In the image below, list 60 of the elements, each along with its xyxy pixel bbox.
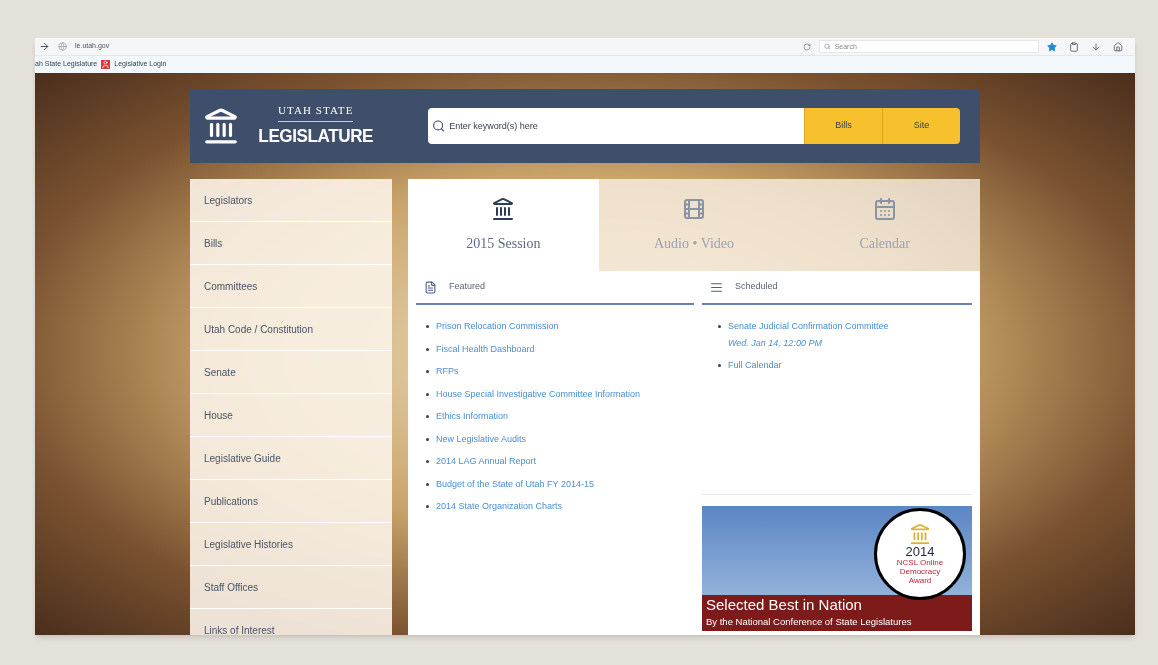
sidebar-link[interactable]: Senate bbox=[190, 351, 392, 394]
award-banner[interactable]: 2014 NCSL Online Democracy Award Selected Best in Nation By the National Conference of State Legislatures bbox=[702, 506, 972, 631]
search-scope-button[interactable]: Bills bbox=[804, 108, 882, 144]
sidebar-link[interactable]: Legislative Guide bbox=[190, 437, 392, 480]
search-scope-button[interactable]: Site bbox=[882, 108, 960, 144]
featured-link[interactable]: House Special Investigative Committee Information bbox=[436, 387, 641, 401]
sidebar-link[interactable]: Links of Interest bbox=[190, 609, 392, 635]
bullet-icon bbox=[426, 370, 429, 374]
reload-icon[interactable] bbox=[803, 42, 811, 51]
bullet-icon bbox=[426, 505, 429, 509]
film-reel-icon bbox=[682, 196, 706, 221]
banner-headline: Selected Best in Nation bbox=[706, 594, 863, 615]
bookmark-star-icon[interactable] bbox=[1047, 41, 1057, 52]
calendar-icon bbox=[872, 196, 897, 221]
logo-text: LEGISLATURE bbox=[258, 123, 374, 148]
event-time: Wed. Jan 14, 12:00 PM bbox=[728, 336, 823, 350]
sidebar-link[interactable]: Staff Offices bbox=[190, 566, 392, 609]
award-year: 2014 bbox=[905, 545, 935, 558]
sidebar-link[interactable]: Legislative Histories bbox=[190, 523, 392, 566]
forward-icon[interactable] bbox=[39, 41, 50, 52]
clipboard-icon[interactable] bbox=[1069, 41, 1079, 52]
featured-link[interactable]: 2014 State Organization Charts bbox=[436, 500, 563, 514]
schedule-link[interactable]: Full Calendar bbox=[728, 359, 782, 373]
bullet-icon bbox=[426, 392, 429, 396]
banner-subline: By the National Conference of State Legislatures bbox=[706, 614, 913, 629]
featured-link[interactable]: Ethics Information bbox=[436, 410, 509, 424]
bullet-icon bbox=[426, 437, 429, 441]
sidebar-link[interactable]: Publications bbox=[190, 480, 392, 523]
bullet-icon bbox=[718, 325, 721, 328]
sidebar-link[interactable]: House bbox=[190, 394, 392, 437]
document-icon bbox=[424, 280, 437, 294]
bullet-icon bbox=[426, 415, 429, 419]
home-icon[interactable] bbox=[1113, 41, 1123, 52]
panel-heading: Featured bbox=[449, 280, 486, 294]
sidebar-link[interactable]: Bills bbox=[190, 222, 392, 265]
featured-link[interactable]: Fiscal Health Dashboard bbox=[436, 342, 535, 356]
bullet-icon bbox=[426, 460, 429, 464]
search-icon bbox=[824, 43, 831, 50]
featured-link[interactable]: RFPs bbox=[436, 365, 459, 379]
search-icon bbox=[432, 119, 446, 133]
featured-link[interactable]: Prison Relocation Commission bbox=[436, 320, 559, 334]
sidebar-link[interactable]: Legislators bbox=[190, 179, 392, 222]
logo-text: UTAH STATE bbox=[277, 102, 354, 122]
featured-link[interactable]: 2014 LAG Annual Report bbox=[436, 455, 537, 469]
download-icon[interactable] bbox=[1091, 41, 1101, 52]
bullet-icon bbox=[426, 347, 429, 351]
user-icon bbox=[101, 60, 111, 69]
bullet-icon bbox=[426, 325, 429, 329]
panel-heading: Scheduled bbox=[735, 280, 778, 294]
list-icon bbox=[710, 280, 723, 294]
bullet-icon bbox=[718, 364, 721, 367]
featured-link[interactable]: Budget of the State of Utah FY 2014-15 bbox=[436, 477, 594, 491]
bullet-icon bbox=[426, 482, 429, 486]
sidebar-link[interactable]: Utah Code / Constitution bbox=[190, 308, 392, 351]
schedule-link[interactable]: Senate Judicial Confirmation Committee bbox=[728, 320, 889, 334]
sidebar-link[interactable]: Committees bbox=[190, 265, 392, 308]
award-name: NCSL Online Democracy Award bbox=[895, 558, 945, 585]
globe-icon bbox=[58, 42, 67, 51]
section-tab[interactable]: 2015 Session bbox=[408, 179, 599, 271]
featured-link[interactable]: New Legislative Audits bbox=[436, 432, 527, 446]
